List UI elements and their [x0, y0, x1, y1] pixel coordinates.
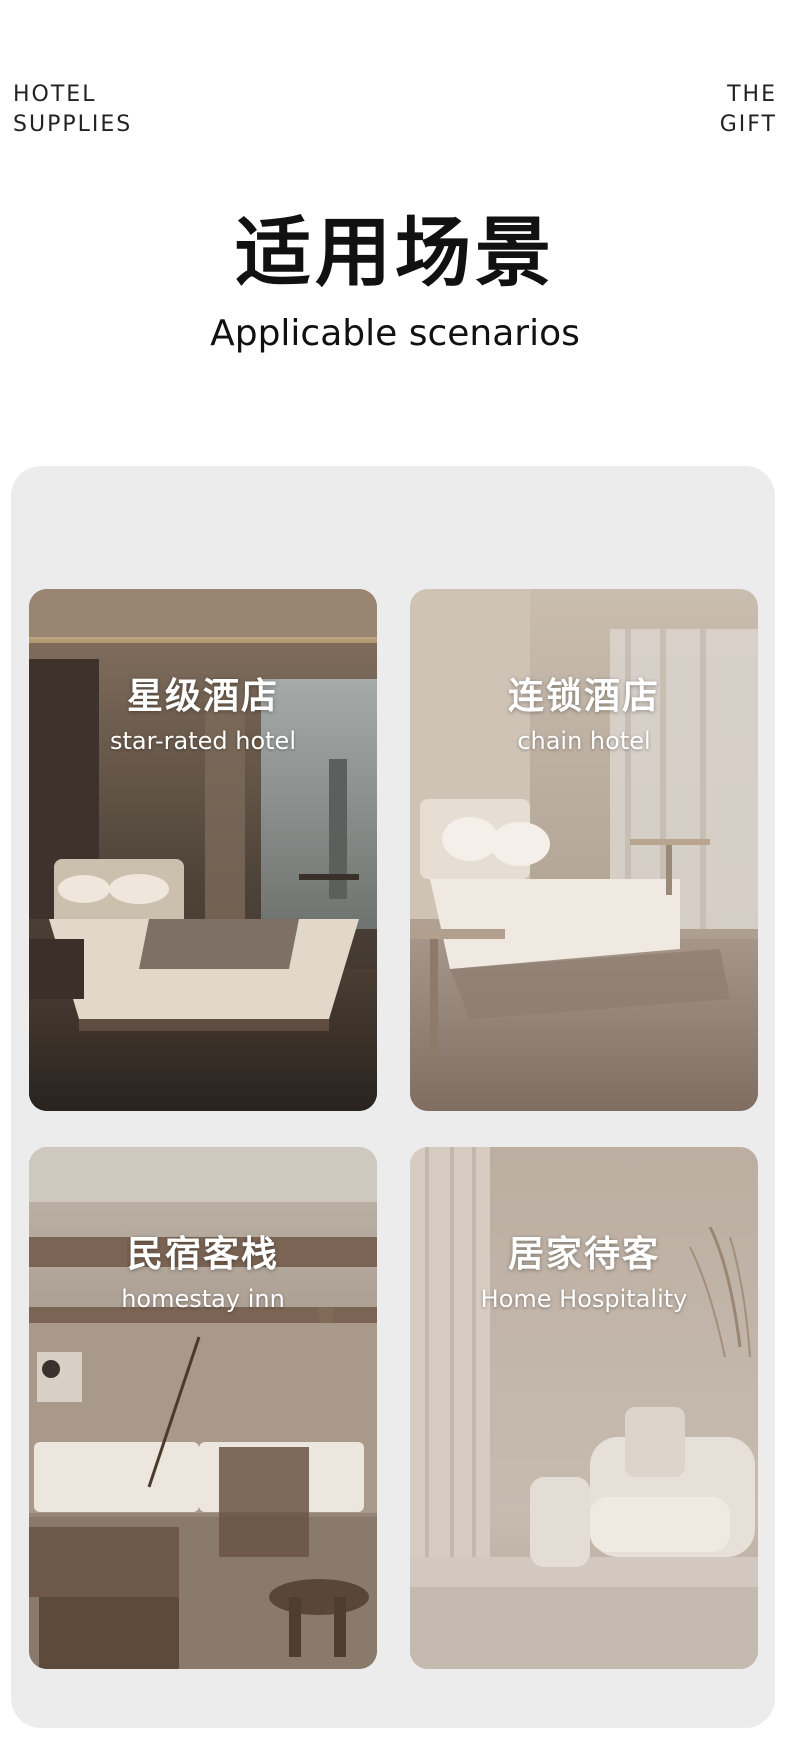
brand-hotel-supplies: HOTEL SUPPLIES	[13, 80, 132, 140]
scenario-card-star-rated-hotel[interactable]: 星级酒店 star-rated hotel	[29, 589, 377, 1111]
scenario-title-cn: 连锁酒店	[507, 676, 660, 717]
chain-hotel-room-image	[410, 589, 758, 1111]
scenario-title-cn: 星级酒店	[126, 676, 279, 717]
page-subtitle: Applicable scenarios	[210, 313, 580, 354]
brand-left-line2: SUPPLIES	[13, 112, 133, 137]
scenario-card-homestay-inn[interactable]: 民宿客栈 homestay inn	[29, 1147, 377, 1669]
scenario-title-en: star-rated hotel	[110, 727, 296, 755]
brand-the-gift: THE GIFT	[720, 80, 777, 140]
home-living-room-image	[410, 1147, 758, 1669]
homestay-room-image	[29, 1147, 377, 1669]
star-hotel-room-image	[29, 589, 377, 1111]
brand-left-line1: HOTEL	[13, 82, 97, 107]
brand-right-line1: THE	[727, 82, 777, 107]
scenario-title-cn: 民宿客栈	[126, 1234, 279, 1275]
scenario-title-cn: 居家待客	[507, 1234, 660, 1275]
brand-right-line2: GIFT	[719, 112, 777, 137]
scenario-card-chain-hotel[interactable]: 连锁酒店 chain hotel	[410, 589, 758, 1111]
scenario-card-home-hospitality[interactable]: 居家待客 Home Hospitality	[410, 1147, 758, 1669]
scenario-title-en: Home Hospitality	[480, 1285, 688, 1313]
scenario-title-en: chain hotel	[517, 727, 651, 755]
scenario-title-en: homestay inn	[121, 1285, 285, 1313]
page-title: 适用场景	[235, 208, 555, 297]
